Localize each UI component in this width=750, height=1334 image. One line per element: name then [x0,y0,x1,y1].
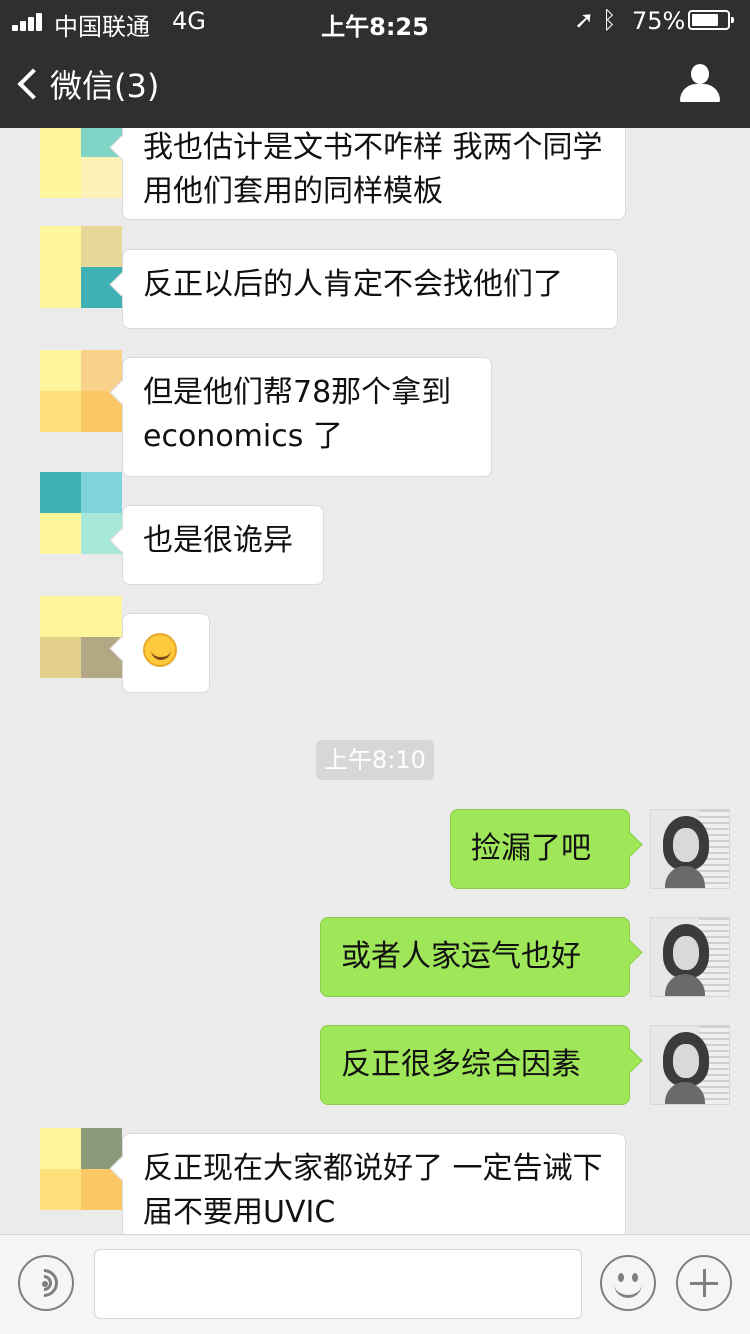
avatar[interactable] [40,596,122,678]
avatar[interactable] [650,917,730,997]
message-bubble[interactable]: 我也估计是文书不咋样 我两个同学用他们套用的同样模板 [122,128,626,220]
status-bar: 中国联通 4G 上午8:25 ➚ ᛒ 75% [0,0,750,42]
smiley-icon[interactable] [600,1255,656,1311]
back-label: 微信(3) [50,67,160,105]
message-bubble[interactable]: 反正现在大家都说好了 一定告诫下届不要用UVIC [122,1133,626,1234]
location-arrow-icon: ➚ [574,6,595,34]
message-bubble[interactable] [122,613,210,693]
message-bubble-sent[interactable]: 捡漏了吧 [450,809,630,889]
nav-bar: 微信(3) [0,42,750,128]
message-bubble[interactable]: 反正以后的人肯定不会找他们了 [122,249,618,329]
avatar[interactable] [650,1025,730,1105]
face-palm-emoji [143,632,177,667]
avatar[interactable] [650,809,730,889]
person-icon[interactable] [680,64,720,104]
plus-icon[interactable] [676,1255,732,1311]
battery-icon [688,10,734,30]
avatar[interactable] [40,128,122,198]
avatar[interactable] [40,226,122,308]
message-bubble-sent[interactable]: 或者人家运气也好 [320,917,630,997]
input-bar [0,1234,750,1334]
battery-percent: 75% [632,7,686,35]
chevron-left-icon [17,68,49,100]
bluetooth-icon: ᛒ [602,6,617,34]
voice-icon[interactable] [18,1255,74,1311]
message-input[interactable] [94,1249,582,1319]
message-bubble[interactable]: 也是很诡异 [122,505,324,585]
chat-timestamp: 上午8:10 [316,740,434,780]
chat-area[interactable]: 我也估计是文书不咋样 我两个同学用他们套用的同样模板 反正以后的人肯定不会找他们… [0,128,750,1234]
message-bubble-sent[interactable]: 反正很多综合因素 [320,1025,630,1105]
message-bubble[interactable]: 但是他们帮78那个拿到economics 了 [122,357,492,477]
back-button[interactable]: 微信(3) [14,62,159,106]
